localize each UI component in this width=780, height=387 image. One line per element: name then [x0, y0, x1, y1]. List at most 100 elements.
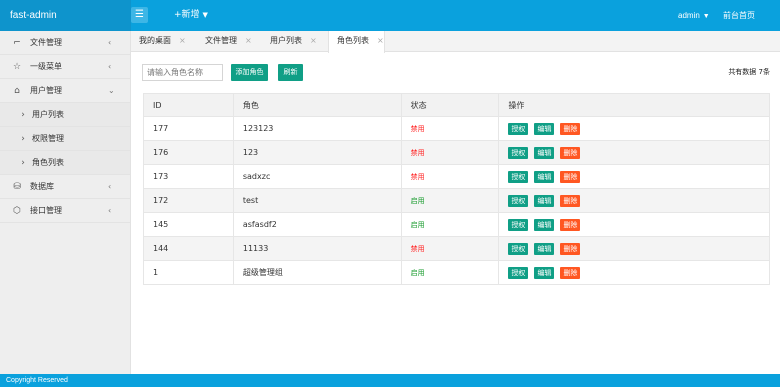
edit-button[interactable]: 编辑: [534, 242, 555, 255]
sidebar-item[interactable]: › 权限管理: [0, 127, 130, 151]
role-search-input[interactable]: [142, 64, 223, 81]
edit-button[interactable]: 编辑: [534, 194, 555, 207]
role-id-cell: 144: [143, 236, 234, 261]
close-icon[interactable]: ×: [377, 36, 384, 45]
status-badge: 禁用: [410, 244, 425, 253]
edit-button[interactable]: 编辑: [534, 266, 555, 279]
close-icon[interactable]: ×: [179, 36, 186, 45]
role-id-cell: 172: [143, 188, 234, 213]
edit-button[interactable]: 编辑: [534, 122, 555, 135]
sidebar-item-label: 文件管理: [30, 38, 62, 47]
role-name-cell: 11133: [232, 236, 402, 261]
user-dropdown[interactable]: admin ▼: [678, 0, 710, 31]
tab-2[interactable]: 文件管理 ×: [197, 31, 252, 52]
chevron-left-icon: ‹: [108, 62, 112, 71]
role-name-cell: 超级管理组: [232, 260, 402, 285]
sidebar-item-label: 角色列表: [32, 158, 64, 167]
edit-button[interactable]: 编辑: [534, 146, 555, 159]
tab-label: 文件管理: [205, 36, 237, 45]
tab-label: 我的桌面: [139, 36, 171, 45]
delete-button[interactable]: 删除: [560, 146, 581, 159]
cube-icon: ⬡: [13, 206, 21, 216]
caret-down-icon: ▼: [702, 13, 710, 20]
sidebar: ⌐ 文件管理 ‹ ☆ 一级菜单 ‹ ⌂ 用户管理 ⌄ › 用户列表 › 权限管理 › 角色列表 ⛁ 数据库 ‹ ⬡ 接…: [0, 31, 131, 374]
chevron-down-icon: ⌄: [108, 86, 115, 95]
close-icon[interactable]: ×: [245, 36, 252, 45]
role-name-cell: 123: [232, 140, 402, 165]
delete-button[interactable]: 删除: [560, 218, 581, 231]
sidebar-item[interactable]: › 角色列表: [0, 151, 130, 175]
table-row: 144 11133 禁用 授权 编辑 删除: [143, 236, 770, 261]
role-id-cell: 1: [143, 260, 234, 285]
database-icon: ⛁: [13, 182, 21, 192]
authorize-button[interactable]: 授权: [508, 242, 529, 255]
brand-logo[interactable]: fast-admin: [0, 0, 131, 31]
menu-icon[interactable]: ☰: [131, 7, 148, 23]
delete-button[interactable]: 删除: [560, 170, 581, 183]
tab-3[interactable]: 用户列表 ×: [262, 31, 317, 52]
role-id-cell: 177: [143, 116, 234, 141]
role-id-cell: 173: [143, 164, 234, 189]
sidebar-item[interactable]: ⌂ 用户管理 ⌄: [0, 79, 130, 103]
delete-button[interactable]: 删除: [560, 242, 581, 255]
table-row: 1 超级管理组 启用 授权 编辑 删除: [143, 260, 770, 285]
status-badge: 禁用: [410, 148, 425, 157]
status-cell: 禁用: [400, 140, 500, 165]
authorize-button[interactable]: 授权: [508, 146, 529, 159]
delete-button[interactable]: 删除: [560, 122, 581, 135]
sidebar-item-label: 数据库: [30, 182, 54, 191]
authorize-button[interactable]: 授权: [508, 170, 529, 183]
chevron-right-icon: ›: [21, 134, 25, 144]
caret-down-icon: ▼: [202, 11, 208, 19]
total-count: 共有数据 7条: [728, 68, 770, 76]
status-cell: 禁用: [400, 236, 500, 261]
delete-button[interactable]: 删除: [560, 194, 581, 207]
tab-4[interactable]: 角色列表 ×: [328, 31, 385, 53]
status-badge: 启用: [410, 220, 425, 229]
actions-cell: 授权 编辑 删除: [498, 236, 770, 261]
close-icon[interactable]: ×: [310, 36, 317, 45]
status-cell: 禁用: [400, 116, 500, 141]
sidebar-item[interactable]: ☆ 一级菜单 ‹: [0, 55, 130, 79]
star-icon: ☆: [12, 62, 22, 72]
actions-cell: 授权 编辑 删除: [498, 188, 770, 213]
status-badge: 启用: [410, 196, 425, 205]
chevron-left-icon: ‹: [108, 182, 112, 191]
column-header-status: 状态: [400, 93, 500, 117]
tab-1[interactable]: 我的桌面 ×: [131, 31, 186, 52]
delete-button[interactable]: 删除: [560, 266, 581, 279]
authorize-button[interactable]: 授权: [508, 194, 529, 207]
sidebar-item[interactable]: › 用户列表: [0, 103, 130, 127]
new-dropdown[interactable]: +新增 ▼: [174, 0, 208, 31]
table-row: 145 asfasdf2 启用 授权 编辑 删除: [143, 212, 770, 237]
authorize-button[interactable]: 授权: [508, 122, 529, 135]
add-role-button[interactable]: 添加角色: [231, 64, 268, 81]
table-row: 177 123123 禁用 授权 编辑 删除: [143, 116, 770, 141]
top-navbar: fast-admin ☰ +新增 ▼ admin ▼ 前台首页: [0, 0, 780, 31]
sidebar-item-label: 接口管理: [30, 206, 62, 215]
role-name-cell: test: [232, 188, 402, 213]
new-label: +新增: [174, 10, 200, 20]
refresh-button[interactable]: 刷新: [278, 64, 303, 81]
authorize-button[interactable]: 授权: [508, 266, 529, 279]
column-header-id: ID: [143, 93, 234, 117]
chevron-right-icon: ›: [21, 110, 25, 120]
tab-bar: 我的桌面 × 文件管理 × 用户列表 × 角色列表 ×: [131, 31, 780, 53]
sidebar-item[interactable]: ⌐ 文件管理 ‹: [0, 31, 130, 55]
edit-button[interactable]: 编辑: [534, 170, 555, 183]
authorize-button[interactable]: 授权: [508, 218, 529, 231]
sidebar-item[interactable]: ⛁ 数据库 ‹: [0, 175, 130, 199]
file-icon: ⌐: [13, 38, 21, 48]
sidebar-item-label: 用户列表: [32, 110, 64, 119]
status-cell: 禁用: [400, 164, 500, 189]
status-cell: 启用: [400, 212, 500, 237]
actions-cell: 授权 编辑 删除: [498, 212, 770, 237]
table-header-row: ID 角色 状态 操作: [143, 93, 770, 117]
role-id-cell: 176: [143, 140, 234, 165]
sidebar-item[interactable]: ⬡ 接口管理 ‹: [0, 199, 130, 223]
status-cell: 启用: [400, 188, 500, 213]
frontend-home-link[interactable]: 前台首页: [723, 0, 755, 31]
edit-button[interactable]: 编辑: [534, 218, 555, 231]
table-row: 172 test 启用 授权 编辑 删除: [143, 188, 770, 213]
actions-cell: 授权 编辑 删除: [498, 116, 770, 141]
